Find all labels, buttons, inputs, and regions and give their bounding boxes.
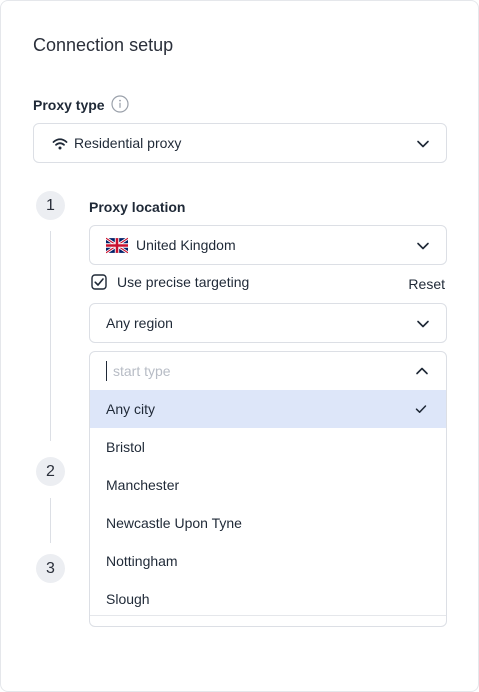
step-connector — [50, 498, 51, 543]
city-option-label: Newcastle Upon Tyne — [106, 515, 242, 531]
city-option[interactable]: Manchester — [90, 466, 446, 504]
city-option-label: Nottingham — [106, 553, 178, 569]
city-option[interactable]: Any city — [90, 390, 446, 428]
chevron-down-icon — [417, 320, 429, 328]
proxy-type-select[interactable]: Residential proxy — [33, 123, 447, 163]
city-option[interactable]: Bristol — [90, 428, 446, 466]
region-value: Any region — [106, 315, 173, 331]
dropdown-divider — [90, 615, 446, 626]
precise-targeting-checkbox[interactable]: Use precise targeting — [91, 274, 249, 290]
info-icon[interactable] — [111, 95, 129, 113]
checkbox-checked-icon — [91, 274, 107, 290]
chevron-down-icon — [417, 140, 429, 148]
step-2-indicator: 2 — [36, 457, 65, 486]
connection-setup-panel: Connection setup Proxy type Residential … — [0, 0, 479, 692]
proxy-type-value: Residential proxy — [74, 135, 182, 151]
chevron-up-icon[interactable] — [415, 364, 429, 378]
city-option-label: Any city — [106, 401, 156, 417]
city-option[interactable]: Nottingham — [90, 542, 446, 580]
step-3-indicator: 3 — [36, 554, 65, 583]
uk-flag-icon — [106, 237, 128, 254]
proxy-type-label: Proxy type — [33, 97, 105, 113]
city-search-row[interactable] — [90, 352, 446, 390]
country-select[interactable]: United Kingdom — [89, 225, 447, 265]
city-search-input[interactable] — [106, 361, 395, 381]
city-option-label: Bristol — [106, 439, 145, 455]
proxy-location-label: Proxy location — [89, 199, 186, 215]
city-option-label: Slough — [106, 591, 150, 607]
country-value: United Kingdom — [136, 237, 236, 253]
precise-targeting-label: Use precise targeting — [117, 274, 250, 290]
wifi-icon — [52, 138, 68, 150]
panel-title: Connection setup — [33, 35, 174, 55]
city-option[interactable]: Slough — [90, 580, 446, 618]
city-dropdown[interactable]: Any city Bristol Manchester Newcastle Up… — [89, 351, 447, 627]
city-option-label: Manchester — [106, 477, 180, 493]
city-option[interactable]: Newcastle Upon Tyne — [90, 504, 446, 542]
chevron-down-icon — [417, 242, 429, 250]
check-icon — [415, 405, 427, 413]
region-select[interactable]: Any region — [89, 303, 447, 343]
city-options-list: Any city Bristol Manchester Newcastle Up… — [90, 390, 446, 618]
step-1-indicator: 1 — [36, 191, 65, 220]
reset-button[interactable]: Reset — [408, 276, 445, 292]
step-connector — [50, 231, 51, 441]
